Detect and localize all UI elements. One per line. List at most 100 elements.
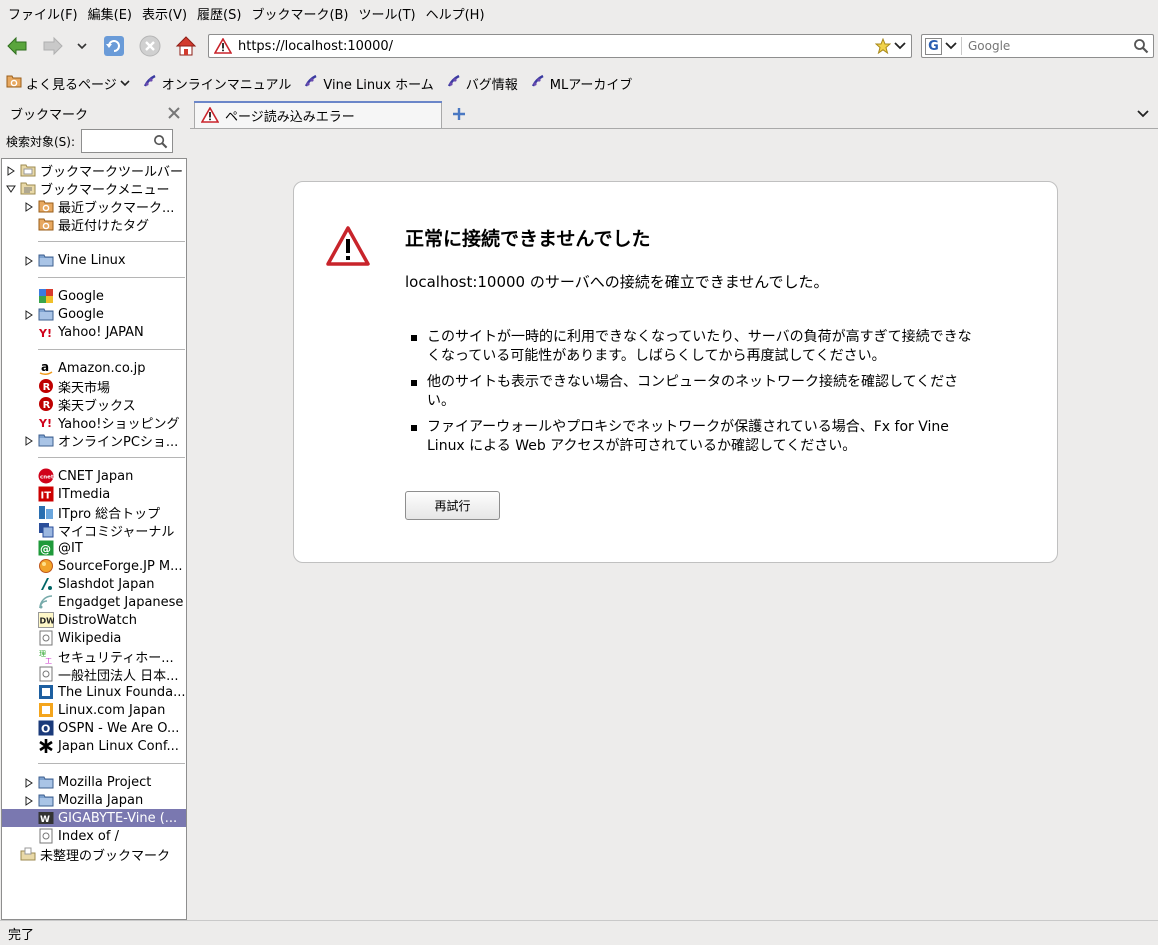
bookmark-tree-item[interactable]: マイコミジャーナル	[2, 521, 186, 540]
bookmark-tree-item[interactable]: Y! Yahoo! JAPAN	[2, 323, 186, 341]
menu-item[interactable]: 表示(V)	[138, 4, 191, 23]
tree-collapsed-icon[interactable]	[24, 255, 34, 266]
bookmark-tree-item[interactable]: Linux.com Japan	[2, 701, 186, 719]
bookmark-tree-label: 最近ブックマーク...	[58, 200, 175, 216]
bookmark-tree-item[interactable]: R 楽天ブックス	[2, 395, 186, 414]
bookmark-tree-item[interactable]: R 楽天市場	[2, 377, 186, 396]
close-icon[interactable]	[168, 107, 180, 119]
bookmark-toolbar-label: バグ情報	[465, 77, 518, 93]
folder-icon	[38, 432, 54, 448]
bookmark-tree-item[interactable]: ブックマークメニュー	[2, 179, 186, 198]
bookmark-tree-item[interactable]: W GIGABYTE-Vine (...	[2, 809, 186, 827]
search-engine-selector[interactable]: G	[925, 37, 957, 55]
search-input[interactable]	[968, 39, 1128, 53]
menu-item[interactable]: 編集(E)	[84, 4, 136, 23]
tree-collapsed-icon[interactable]	[24, 309, 34, 320]
chevron-down-icon	[945, 42, 957, 50]
active-tab-indicator	[194, 101, 442, 103]
bookmark-tree-item[interactable]: Mozilla Project	[2, 773, 186, 791]
bookmark-tree-item[interactable]: a Amazon.co.jp	[2, 359, 186, 377]
menu-item[interactable]: ヘルプ(H)	[422, 4, 489, 23]
svg-text:Y!: Y!	[38, 327, 52, 340]
sidebar-title: ブックマーク	[10, 107, 89, 123]
ospn-icon: O	[38, 720, 54, 736]
history-dropdown-button[interactable]	[72, 33, 92, 59]
bookmark-tree-item[interactable]: Mozilla Japan	[2, 791, 186, 809]
menu-folder-icon	[20, 180, 36, 196]
url-text[interactable]: https://localhost:10000/	[238, 39, 875, 54]
bookmark-tree-label: オンラインPCショ...	[58, 434, 179, 450]
bookmark-tree-label: Mozilla Japan	[58, 792, 144, 808]
back-button[interactable]	[4, 33, 30, 59]
bookmark-tree-item[interactable]: オンラインPCショ...	[2, 431, 186, 450]
bookmark-tree-item[interactable]: 最近ブックマーク...	[2, 197, 186, 216]
menu-item[interactable]: ファイル(F)	[4, 4, 82, 23]
bookmark-toolbar-item[interactable]: バグ情報	[446, 73, 518, 93]
tree-collapsed-icon[interactable]	[6, 165, 16, 176]
tree-separator	[38, 457, 185, 458]
bookmark-tree-item[interactable]: cnet CNET Japan	[2, 467, 186, 485]
bookmark-tree-item[interactable]: ITpro 総合トップ	[2, 503, 186, 522]
bookmark-tree-item[interactable]: Index of /	[2, 827, 186, 845]
bookmark-tree-item[interactable]: DW DistroWatch	[2, 611, 186, 629]
error-list-text: 他のサイトも表示できない場合、コンピュータのネットワーク接続を確認してください。	[427, 374, 959, 409]
error-list-item: ファイアーウォールやプロキシでネットワークが保護されている場合、Fx for V…	[405, 418, 975, 456]
bookmark-tree-label: The Linux Founda...	[58, 684, 186, 700]
stop-button[interactable]	[137, 33, 163, 59]
bookmark-tree-item[interactable]: IT ITmedia	[2, 485, 186, 503]
folder-icon	[38, 252, 54, 268]
bookmark-tree-item[interactable]: Google	[2, 287, 186, 305]
tab-page-load-error[interactable]: ページ読み込みエラー	[194, 101, 442, 128]
svg-text:O: O	[41, 723, 50, 736]
bookmark-toolbar-item[interactable]: Vine Linux ホーム	[303, 73, 434, 93]
sidebar-search-label: 検索対象(S):	[6, 134, 76, 149]
search-bar[interactable]: G	[921, 34, 1154, 58]
url-bar[interactable]: https://localhost:10000/	[208, 34, 912, 58]
bookmark-tree-label: Slashdot Japan	[58, 576, 155, 592]
menu-item[interactable]: ブックマーク(B)	[247, 4, 352, 23]
bookmark-toolbar-item[interactable]: MLアーカイブ	[530, 73, 632, 93]
bookmark-tree-label: ブックマークメニュー	[40, 182, 170, 198]
home-button[interactable]	[173, 33, 199, 59]
reload-button[interactable]	[101, 33, 127, 59]
tree-expanded-icon[interactable]	[6, 183, 16, 193]
bookmark-tree-item[interactable]: Japan Linux Conf...	[2, 737, 186, 755]
tab-list-chevron-icon[interactable]	[1137, 110, 1149, 118]
tree-collapsed-icon[interactable]	[24, 201, 34, 212]
tree-collapsed-icon[interactable]	[24, 795, 34, 806]
bookmark-tree-item[interactable]: O OSPN - We Are O...	[2, 719, 186, 737]
error-box: 正常に接続できませんでした localhost:10000 のサーバへの接続を確…	[293, 181, 1058, 563]
bookmark-tree-item[interactable]: 理工セキュリティホー...	[2, 647, 186, 666]
bookmark-tree-item[interactable]: ブックマークツールバー	[2, 161, 186, 180]
url-dropdown-icon[interactable]	[893, 41, 907, 51]
bookmark-star-icon[interactable]	[875, 38, 891, 54]
search-icon[interactable]	[1133, 38, 1149, 54]
menu-item[interactable]: ツール(T)	[355, 4, 420, 23]
tab-label: ページ読み込みエラー	[225, 109, 355, 125]
bookmark-tree-item[interactable]: Y! Yahoo!ショッピング	[2, 413, 186, 432]
amazon-icon: a	[38, 360, 54, 376]
bookmark-tree-item[interactable]: SourceForge.JP M...	[2, 557, 186, 575]
bookmark-tree-item[interactable]: 一般社団法人 日本...	[2, 665, 186, 684]
sidebar-search-input[interactable]	[81, 129, 174, 153]
bookmark-tree-item[interactable]: Google	[2, 305, 186, 323]
new-tab-plus-icon[interactable]	[452, 107, 466, 121]
menu-item[interactable]: 履歴(S)	[193, 4, 245, 23]
bookmark-tree-item[interactable]: 最近付けたタグ	[2, 215, 186, 234]
tree-separator	[38, 277, 185, 278]
bookmark-tree-item[interactable]: 未整理のブックマーク	[2, 845, 186, 864]
tree-collapsed-icon[interactable]	[24, 435, 34, 446]
bookmark-tree-item[interactable]: Engadget Japanese	[2, 593, 186, 611]
bookmark-toolbar-item[interactable]: オンラインマニュアル	[142, 73, 291, 93]
bookmark-tree-item[interactable]: @ @IT	[2, 539, 186, 557]
bookmark-tree-item[interactable]: Slashdot Japan	[2, 575, 186, 593]
bookmark-tree-item[interactable]: Vine Linux	[2, 251, 186, 269]
forward-button[interactable]	[40, 33, 66, 59]
bookmark-toolbar-item[interactable]: よく見るページ	[6, 73, 130, 93]
retry-button[interactable]: 再試行	[405, 491, 500, 520]
bookmark-tree-item[interactable]: Wikipedia	[2, 629, 186, 647]
tree-collapsed-icon[interactable]	[24, 777, 34, 788]
warning-triangle-icon	[214, 38, 232, 54]
bookmark-tree-item[interactable]: The Linux Founda...	[2, 683, 186, 701]
smart-folder-icon	[38, 198, 54, 214]
